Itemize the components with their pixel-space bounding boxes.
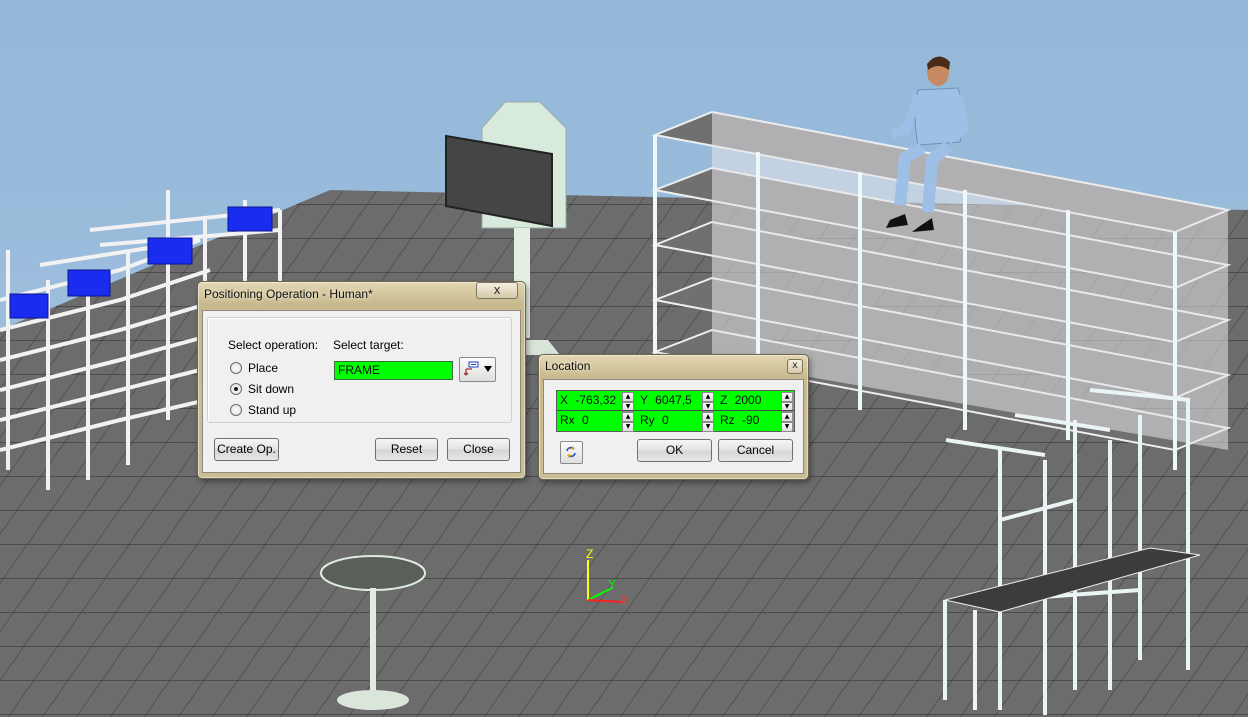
x-value: -763,32	[575, 393, 617, 407]
radio-sit-down-dot	[230, 383, 242, 395]
rz-label: Rz	[720, 413, 735, 427]
spin-up-icon[interactable]: ▲	[781, 412, 793, 422]
z-spinner[interactable]: ▲ ▼	[781, 392, 793, 412]
spin-down-icon[interactable]: ▼	[781, 422, 793, 432]
select-target-label: Select target:	[333, 338, 404, 352]
target-picker-button[interactable]	[459, 357, 496, 382]
location-dialog-close-button[interactable]: x	[787, 359, 803, 374]
radio-place-label: Place	[248, 361, 279, 375]
rz-value: -90	[742, 413, 760, 427]
radio-stand-up-dot	[230, 404, 242, 416]
x-label: X	[560, 393, 569, 407]
radio-place-dot	[230, 362, 242, 374]
spin-up-icon[interactable]: ▲	[702, 392, 714, 402]
y-value: 6047,5	[655, 393, 692, 407]
axis-x-label: X	[620, 593, 628, 607]
spin-up-icon[interactable]: ▲	[622, 412, 634, 422]
z-value: 2000	[734, 393, 762, 407]
y-spinner[interactable]: ▲ ▼	[702, 392, 714, 412]
x-spinner[interactable]: ▲ ▼	[622, 392, 634, 412]
row-divider	[557, 410, 794, 411]
location-dialog-body: X -763,32 ▲ ▼ Y 6047,5 ▲ ▼ Z 2000 ▲ ▼ Rx 0 …	[543, 379, 804, 474]
positioning-dialog: Positioning Operation - Human* x Select …	[197, 281, 526, 479]
location-dialog-title: Location	[545, 359, 591, 373]
select-operation-label: Select operation:	[228, 338, 319, 352]
positioning-dialog-body: Select operation: Select target: Place S…	[202, 310, 521, 473]
reset-button[interactable]: Reset	[375, 438, 438, 461]
spin-up-icon[interactable]: ▲	[702, 412, 714, 422]
y-field[interactable]: Y 6047,5	[637, 392, 702, 409]
location-dialog: Location x X -763,32 ▲ ▼ Y 6047,5 ▲ ▼ Z 20…	[538, 354, 809, 480]
axis-z-label: Z	[586, 547, 593, 561]
spin-up-icon[interactable]: ▲	[781, 392, 793, 402]
spin-down-icon[interactable]: ▼	[702, 422, 714, 432]
close-icon: x	[792, 360, 798, 371]
rz-field[interactable]: Rz -90	[717, 412, 782, 429]
spin-down-icon[interactable]: ▼	[622, 422, 634, 432]
refresh-icon	[564, 445, 578, 462]
ry-value: 0	[662, 413, 669, 427]
ry-label: Ry	[640, 413, 655, 427]
rx-value: 0	[582, 413, 589, 427]
radio-stand-up[interactable]: Stand up	[230, 403, 296, 417]
ok-button[interactable]: OK	[637, 439, 712, 462]
radio-place[interactable]: Place	[230, 361, 278, 375]
spin-up-icon[interactable]: ▲	[622, 392, 634, 402]
y-label: Y	[640, 393, 648, 407]
z-field[interactable]: Z 2000	[717, 392, 782, 409]
z-label: Z	[720, 393, 728, 407]
radio-stand-up-label: Stand up	[248, 403, 297, 417]
radio-sit-down[interactable]: Sit down	[230, 382, 294, 396]
cancel-button[interactable]: Cancel	[718, 439, 793, 462]
positioning-dialog-title: Positioning Operation - Human*	[204, 287, 373, 301]
rx-field[interactable]: Rx 0	[557, 412, 622, 429]
chevron-down-icon	[484, 366, 492, 372]
close-button[interactable]: Close	[447, 438, 510, 461]
radio-sit-down-label: Sit down	[248, 382, 295, 396]
target-field[interactable]: FRAME	[334, 361, 453, 380]
positioning-dialog-close-button[interactable]: x	[476, 282, 518, 299]
pick-target-icon	[463, 361, 479, 377]
axis-y-label: Y	[608, 577, 616, 591]
refresh-button[interactable]	[560, 441, 583, 464]
rx-label: Rx	[560, 413, 575, 427]
create-op-button[interactable]: Create Op.	[214, 438, 279, 461]
close-icon: x	[493, 283, 501, 297]
x-field[interactable]: X -763,32	[557, 392, 622, 409]
rz-spinner[interactable]: ▲ ▼	[781, 412, 793, 432]
ry-field[interactable]: Ry 0	[637, 412, 702, 429]
ry-spinner[interactable]: ▲ ▼	[702, 412, 714, 432]
coordinates-panel: X -763,32 ▲ ▼ Y 6047,5 ▲ ▼ Z 2000 ▲ ▼ Rx 0 …	[556, 390, 795, 432]
rx-spinner[interactable]: ▲ ▼	[622, 412, 634, 432]
